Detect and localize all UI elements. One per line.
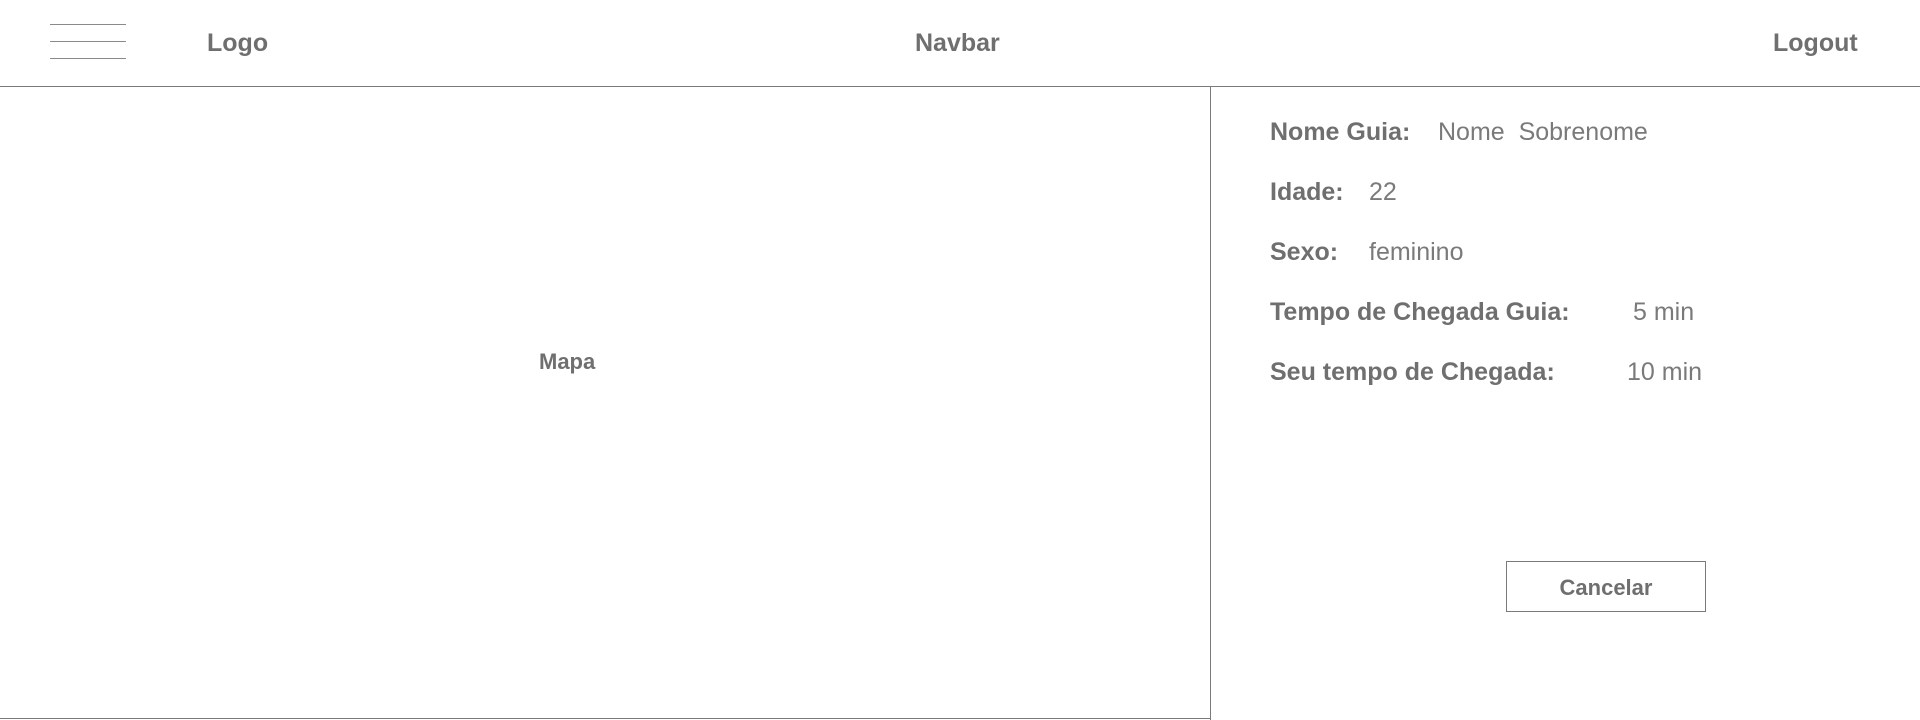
guide-arrival-time-value: 5 min (1633, 298, 1695, 326)
menu-line-middle (50, 41, 126, 42)
user-arrival-time-value: 10 min (1627, 358, 1703, 386)
map-label: Mapa (539, 349, 596, 374)
guide-arrival-time-label: Tempo de Chegada Guia: (1270, 298, 1570, 326)
logo[interactable]: Logo (207, 28, 268, 58)
guide-age-value: 22 (1369, 178, 1397, 206)
guide-age-label: Idade: (1270, 178, 1344, 206)
menu-line-top (50, 24, 126, 25)
guide-sex-label: Sexo: (1270, 238, 1339, 266)
map-bottom-divider (0, 718, 1211, 719)
guide-info-panel: Nome Guia: Nome Sobrenome Idade: 22 Sexo… (1212, 87, 1920, 720)
guide-sex-value: feminino (1369, 238, 1464, 266)
hamburger-menu-icon[interactable] (50, 24, 126, 59)
navbar-title: Navbar (915, 29, 1000, 57)
guide-name-label: Nome Guia: (1270, 118, 1411, 146)
navbar: Logo Navbar Logout (0, 0, 1920, 87)
logout-link[interactable]: Logout (1773, 28, 1858, 58)
menu-line-bottom (50, 58, 126, 59)
cancel-button[interactable]: Cancelar (1506, 561, 1706, 612)
user-arrival-time-label: Seu tempo de Chegada: (1270, 358, 1555, 386)
map-panel[interactable]: Mapa (0, 87, 1211, 720)
guide-name-value: Nome Sobrenome (1438, 118, 1648, 146)
